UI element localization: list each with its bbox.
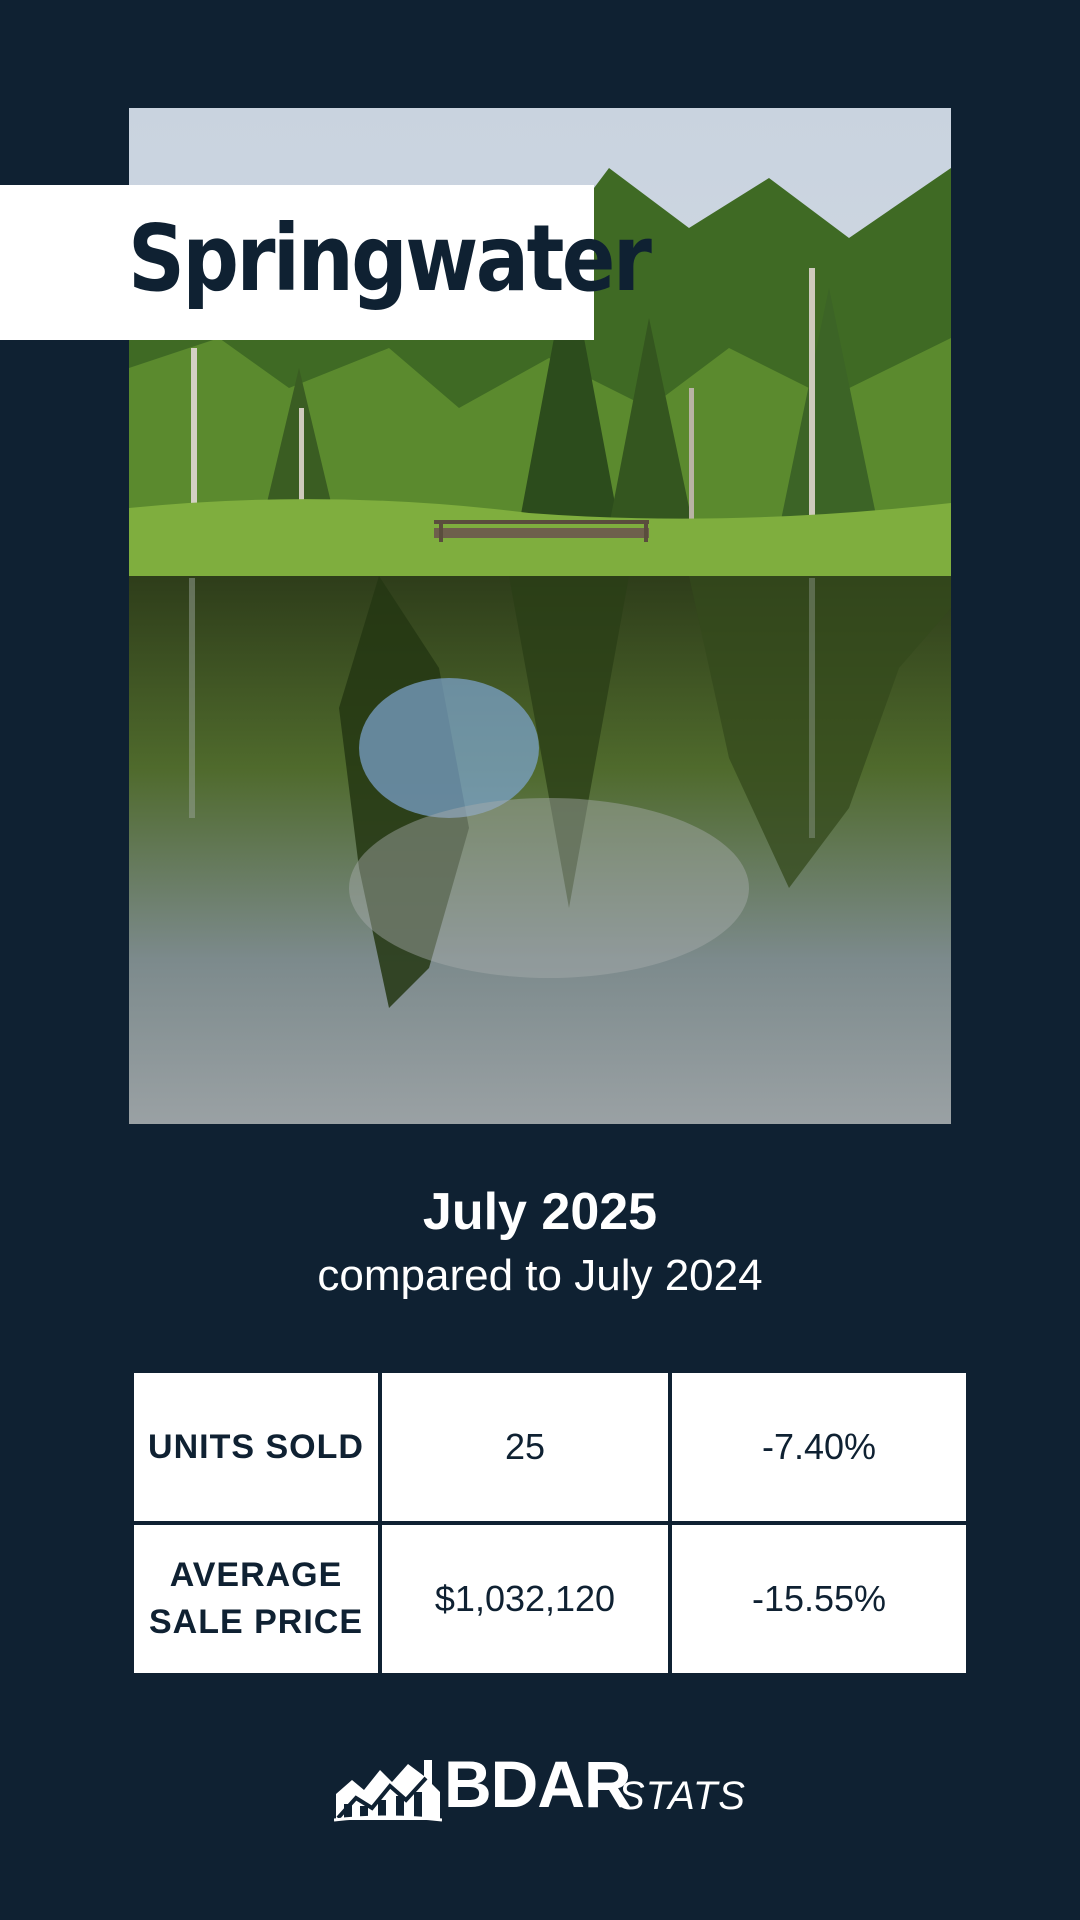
units-sold-label: UNITS SOLD: [134, 1373, 378, 1521]
period-month: July 2025: [422, 1183, 658, 1241]
average-sale-price-value: $1,032,120: [382, 1525, 668, 1673]
stat-label-text: UNITS SOLD: [148, 1427, 364, 1466]
period-section: July 2025 compared to July 2024: [0, 1180, 1080, 1306]
title-banner: Springwater: [0, 185, 652, 340]
stats-table: UNITS SOLD 25 -7.40% AVERAGE SALE PRICE …: [130, 1369, 970, 1677]
stat-label-text: AVERAGE SALE PRICE: [148, 1556, 364, 1641]
logo-stats-text: STATS: [618, 1774, 746, 1818]
average-sale-price-change: -15.55%: [672, 1525, 966, 1673]
period-comparison: compared to July 2024: [317, 1251, 763, 1300]
units-sold-value: 25: [382, 1373, 668, 1521]
bdar-stats-logo: BDAR STATS: [334, 1747, 754, 1822]
table-row: UNITS SOLD 25 -7.40%: [134, 1373, 966, 1521]
house-chart-icon: [334, 1760, 442, 1822]
location-title: Springwater: [128, 205, 652, 312]
average-sale-price-label: AVERAGE SALE PRICE: [134, 1525, 378, 1673]
logo-bdar-text: BDAR: [444, 1747, 632, 1821]
table-row: AVERAGE SALE PRICE $1,032,120 -15.55%: [134, 1525, 966, 1673]
units-sold-change: -7.40%: [672, 1373, 966, 1521]
